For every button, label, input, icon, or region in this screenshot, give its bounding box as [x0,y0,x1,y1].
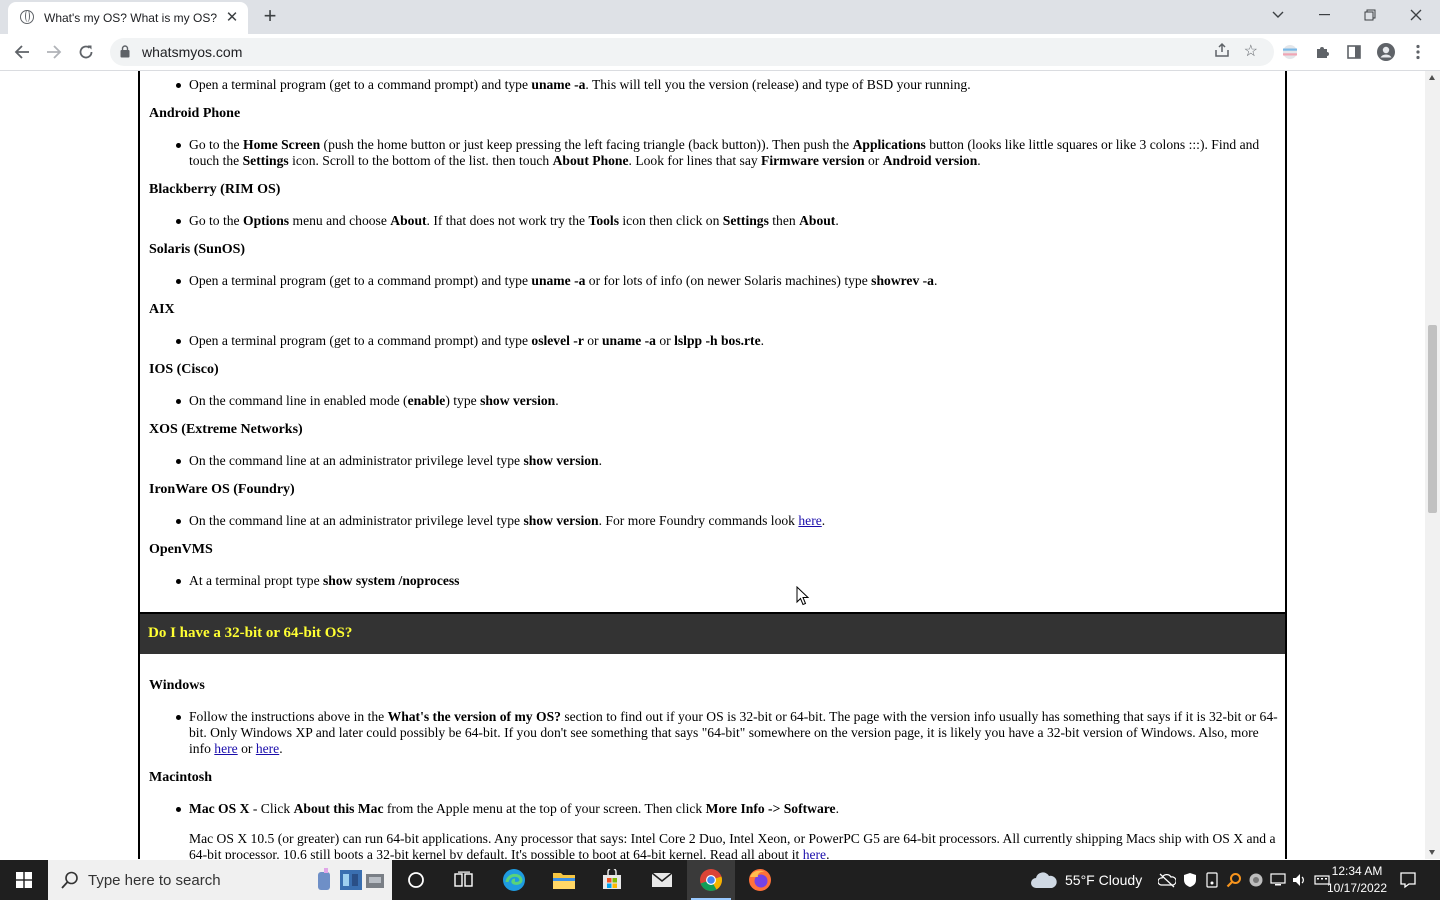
account-avatar-icon[interactable] [1374,40,1398,64]
browser-tab-active[interactable]: What's my OS? What is my OS? ✕ [8,2,248,34]
windows-start-button[interactable] [0,860,48,900]
cortana-icon[interactable] [392,860,440,900]
minimize-button[interactable] [1301,0,1347,30]
page-scrollbar[interactable] [1425,71,1440,859]
volume-icon[interactable] [1292,872,1308,888]
blackberry-instruction: Go to the Options menu and choose About.… [176,213,1279,229]
foundry-commands-link[interactable]: here [798,513,821,528]
close-tab-icon[interactable]: ✕ [224,10,240,26]
address-bar[interactable]: whatsmyos.com ☆ [110,38,1274,66]
back-button[interactable] [10,40,34,64]
heading-aix: AIX [149,302,175,317]
heading-solaris: Solaris (SunOS) [149,242,246,257]
reload-button[interactable] [74,40,98,64]
url-text: whatsmyos.com [142,44,243,60]
profile-badge-icon[interactable] [1278,40,1302,64]
clock-date: 10/17/2022 [1326,881,1388,895]
system-tray [1158,860,1330,900]
clock-time: 12:34 AM [1331,864,1383,878]
heading-ios-cisco: IOS (Cisco) [149,362,219,377]
heading-macintosh: Macintosh [149,770,212,785]
share-icon[interactable] [1214,42,1230,63]
windows-logo-icon [16,872,32,888]
windows-info-link-2[interactable]: here [256,741,279,756]
page-viewport[interactable]: Open a terminal program (get to a comman… [0,71,1425,859]
heading-xos: XOS (Extreme Networks) [149,422,303,437]
side-panel-icon[interactable] [1342,40,1366,64]
device-icon[interactable] [1204,872,1220,888]
xos-instruction: On the command line at an administrator … [176,453,1279,469]
restore-button[interactable] [1347,0,1393,30]
windows-instruction: Follow the instructions above in the Wha… [176,709,1278,756]
search-highlight-illustration-icon [318,868,384,890]
browser-toolbar: whatsmyos.com ☆ [0,34,1440,71]
task-view-icon[interactable] [440,860,488,900]
aix-instruction: Open a terminal program (get to a comman… [176,333,1279,349]
mouse-cursor-icon [796,586,810,606]
tab-title: What's my OS? What is my OS? [44,11,217,25]
android-instruction: Go to the Home Screen (push the home but… [176,137,1279,169]
security-shield-icon[interactable] [1182,872,1198,888]
close-window-button[interactable] [1393,0,1439,30]
solaris-instruction: Open a terminal program (get to a comman… [176,273,1279,289]
search-icon [61,871,78,889]
scrollbar-thumb[interactable] [1428,325,1437,513]
chrome-browser-icon[interactable] [687,860,735,900]
heading-blackberry: Blackberry (RIM OS) [149,182,281,197]
onedrive-offline-icon[interactable] [1158,872,1176,888]
network-icon[interactable] [1270,872,1286,888]
weather-text: 55°F Cloudy [1065,872,1143,888]
section-header-32-64-bit: Do I have a 32-bit or 64-bit OS? [138,614,1287,654]
scroll-up-arrow-icon[interactable] [1429,75,1435,80]
system-clock[interactable]: 12:34 AM 10/17/2022 [1322,863,1392,897]
mac-64bit-paragraph: Mac OS X 10.5 (or greater) can run 64-bi… [189,831,1279,859]
heading-windows: Windows [149,678,205,693]
bookmark-star-icon[interactable]: ☆ [1244,41,1258,61]
ironware-instruction: On the command line at an administrator … [176,513,1279,529]
heading-ironware: IronWare OS (Foundry) [149,482,295,497]
lock-icon [120,45,130,58]
forward-button[interactable] [42,40,66,64]
weather-widget[interactable]: 55°F Cloudy [1030,860,1142,900]
search-app-icon[interactable] [1226,872,1242,888]
openvms-instruction: At a terminal propt type show system /no… [176,573,1279,589]
app-tray-icon[interactable] [1248,872,1264,888]
edge-browser-icon[interactable] [490,860,538,900]
globe-icon [20,10,34,24]
kebab-menu-icon[interactable] [1406,40,1430,64]
scroll-down-arrow-icon[interactable] [1429,850,1435,855]
windows-info-link-1[interactable]: here [214,741,237,756]
firefox-browser-icon[interactable] [736,860,784,900]
search-placeholder: Type here to search [88,872,221,889]
tab-strip: What's my OS? What is my OS? ✕ + [0,0,1440,34]
ios-instruction: On the command line in enabled mode (ena… [176,393,1279,409]
mail-icon[interactable] [638,860,686,900]
file-explorer-icon[interactable] [540,860,588,900]
chevron-down-icon[interactable] [1255,0,1301,30]
heading-openvms: OpenVMS [149,542,213,557]
windows-taskbar: Type here to search 55°F Cloudy 12:34 AM… [0,860,1440,900]
extensions-icon[interactable] [1310,40,1334,64]
notifications-icon[interactable] [1386,860,1430,900]
bsd-instruction: Open a terminal program (get to a comman… [176,77,1279,93]
section-title: Do I have a 32-bit or 64-bit OS? [148,625,353,641]
mac-64bit-link[interactable]: here [803,847,826,859]
cloud-icon [1031,872,1057,888]
mac-instruction: Mac OS X - Click About this Mac from the… [176,801,1279,817]
new-tab-button[interactable]: + [258,5,282,29]
microsoft-store-icon[interactable] [588,860,636,900]
heading-android: Android Phone [149,106,241,121]
